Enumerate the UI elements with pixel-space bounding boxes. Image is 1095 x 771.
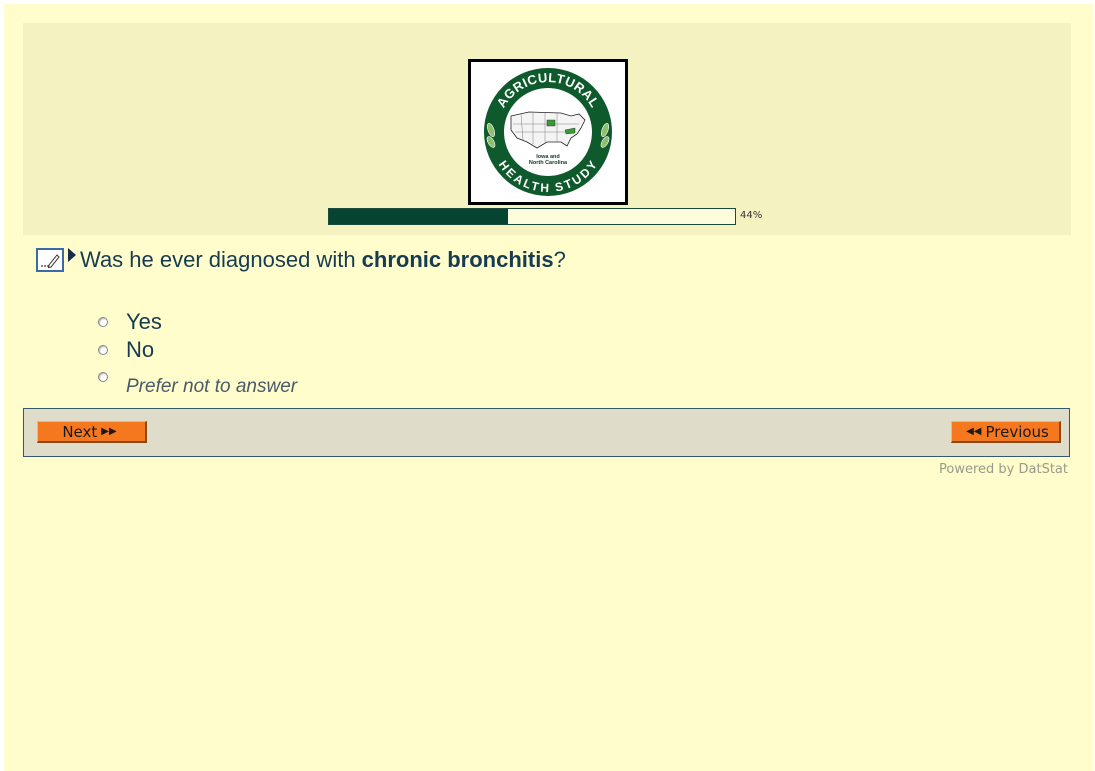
question-text: Was he ever diagnosed with chronic bronc… <box>80 247 566 273</box>
radio-no[interactable] <box>98 345 108 355</box>
question-row: Was he ever diagnosed with chronic bronc… <box>36 246 566 274</box>
progress-percent: 44% <box>740 210 763 221</box>
agricultural-health-study-logo: AGRICULTURAL HEALTH STUDY Iowa and North… <box>484 68 612 196</box>
next-button-label: Next <box>62 422 98 441</box>
logo-caption-line2: North Carolina <box>529 160 568 166</box>
study-logo: AGRICULTURAL HEALTH STUDY Iowa and North… <box>468 59 628 205</box>
option-yes[interactable]: Yes <box>98 309 162 335</box>
radio-yes[interactable] <box>98 317 108 327</box>
radio-prefer-not[interactable] <box>98 372 108 382</box>
double-chevron-left-icon: ◀◀ <box>966 426 982 437</box>
question-text-after: ? <box>553 247 566 272</box>
option-prefer-not-label: Prefer not to answer <box>126 376 298 397</box>
option-prefer-not[interactable]: Prefer not to answer <box>98 370 297 398</box>
survey-header: AGRICULTURAL HEALTH STUDY Iowa and North… <box>23 23 1071 235</box>
previous-button-label: Previous <box>985 422 1049 441</box>
powered-by-text: Powered by DatStat <box>939 462 1068 477</box>
option-yes-label: Yes <box>126 309 162 334</box>
option-no[interactable]: No <box>98 337 154 363</box>
question-text-before: Was he ever diagnosed with <box>80 247 362 272</box>
double-chevron-right-icon: ▶▶ <box>101 426 117 437</box>
progress-bar <box>328 208 736 225</box>
question-text-bold: chronic bronchitis <box>361 247 554 272</box>
next-button[interactable]: Next ▶▶ <box>37 421 147 443</box>
navigation-bar: Next ▶▶ ◀◀ Previous <box>23 408 1070 457</box>
previous-button[interactable]: ◀◀ Previous <box>951 421 1061 443</box>
option-no-label: No <box>126 337 155 362</box>
progress-fill <box>329 209 508 224</box>
pencil-edit-icon[interactable] <box>36 248 64 272</box>
survey-page: AGRICULTURAL HEALTH STUDY Iowa and North… <box>4 4 1093 771</box>
triangle-right-icon <box>68 248 76 262</box>
